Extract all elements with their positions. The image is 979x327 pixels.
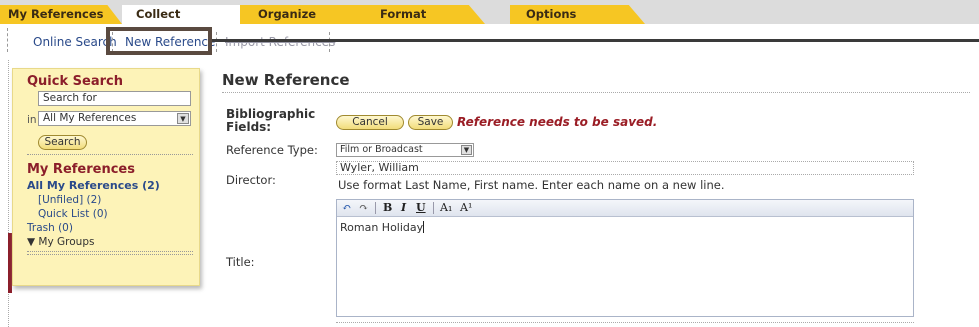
search-button[interactable]: Search bbox=[38, 135, 87, 150]
tab-options-label: Options bbox=[526, 7, 577, 21]
sidebar-item-quick-list[interactable]: Quick List (0) bbox=[38, 208, 108, 220]
tab-collect-label: Collect bbox=[136, 7, 181, 21]
tab-my-references-label: My References bbox=[8, 7, 104, 21]
bibliographic-fields-label: Bibliographic Fields: bbox=[226, 107, 316, 134]
chevron-down-icon: ▼ bbox=[177, 113, 189, 124]
subnav-online-search[interactable]: Online Search bbox=[33, 35, 117, 49]
search-scope-select[interactable]: All My References ▼ bbox=[38, 111, 191, 126]
chevron-down-icon: ▼ bbox=[461, 145, 472, 155]
subnav-separator bbox=[216, 32, 217, 52]
sidebar-item-my-groups[interactable]: ▼ My Groups bbox=[27, 236, 94, 248]
field-divider bbox=[336, 322, 914, 323]
director-format-hint: Use format Last Name, First name. Enter … bbox=[338, 178, 725, 192]
subnav-divider bbox=[7, 28, 8, 52]
my-references-title: My References bbox=[27, 162, 135, 177]
tab-my-references[interactable]: My References bbox=[0, 5, 122, 24]
sidebar-divider bbox=[27, 154, 193, 155]
superscript-button[interactable]: A¹ bbox=[460, 201, 472, 214]
redo-icon[interactable]: ↷ bbox=[359, 201, 368, 214]
title-rich-text-editor[interactable]: ↶ ↷ B I U A₁ A¹ Roman Holiday bbox=[336, 199, 914, 317]
sidebar-divider bbox=[27, 251, 193, 252]
title-value: Roman Holiday bbox=[340, 221, 424, 234]
highlight-callout-box bbox=[106, 27, 212, 55]
tab-organize[interactable]: Organize bbox=[240, 5, 368, 24]
tab-format[interactable]: Format bbox=[350, 5, 485, 24]
editor-toolbar: ↶ ↷ B I U A₁ A¹ bbox=[337, 200, 913, 217]
page-title: New Reference bbox=[222, 71, 350, 89]
title-label: Title: bbox=[226, 255, 255, 269]
reference-type-value: Film or Broadcast bbox=[340, 144, 423, 155]
tab-collect[interactable]: Collect bbox=[122, 5, 240, 24]
text-caret bbox=[423, 221, 425, 233]
title-editor-content[interactable]: Roman Holiday bbox=[340, 221, 425, 234]
tab-format-label: Format bbox=[380, 7, 427, 21]
toolbar-separator bbox=[375, 202, 376, 214]
quick-search-title: Quick Search bbox=[27, 74, 123, 89]
tab-organize-label: Organize bbox=[258, 7, 317, 21]
sidebar-item-unfiled[interactable]: [Unfiled] (2) bbox=[38, 194, 101, 206]
search-scope-value: All My References bbox=[43, 112, 137, 124]
cancel-button[interactable]: Cancel bbox=[336, 115, 404, 130]
toolbar-separator bbox=[433, 202, 434, 214]
in-label: in bbox=[27, 114, 37, 126]
underline-button[interactable]: U bbox=[416, 201, 426, 214]
main-tab-bar: My References Collect Organize Format Op… bbox=[0, 0, 979, 24]
undo-icon[interactable]: ↶ bbox=[342, 201, 351, 214]
highlight-callout-line bbox=[212, 39, 979, 42]
subnav-separator bbox=[329, 32, 330, 52]
save-status-message: Reference needs to be saved. bbox=[457, 115, 658, 129]
sidebar-divider bbox=[27, 254, 193, 255]
subscript-button[interactable]: A₁ bbox=[440, 201, 452, 214]
save-button[interactable]: Save bbox=[408, 115, 453, 130]
bold-button[interactable]: B bbox=[383, 201, 392, 214]
director-label: Director: bbox=[226, 173, 276, 187]
subnav-import-references[interactable]: Import References bbox=[225, 35, 335, 49]
italic-button[interactable]: I bbox=[401, 201, 406, 214]
reference-type-select[interactable]: Film or Broadcast ▼ bbox=[336, 143, 474, 157]
title-divider bbox=[222, 92, 970, 93]
sidebar-item-trash[interactable]: Trash (0) bbox=[27, 222, 73, 234]
sidebar-panel: Quick Search Search for in All My Refere… bbox=[12, 68, 200, 286]
director-field[interactable]: Wyler, William bbox=[336, 161, 914, 175]
search-input[interactable]: Search for bbox=[38, 91, 191, 106]
sidebar-item-all-references[interactable]: All My References (2) bbox=[27, 179, 160, 192]
reference-type-label: Reference Type: bbox=[226, 143, 318, 157]
tab-options[interactable]: Options bbox=[510, 5, 645, 24]
